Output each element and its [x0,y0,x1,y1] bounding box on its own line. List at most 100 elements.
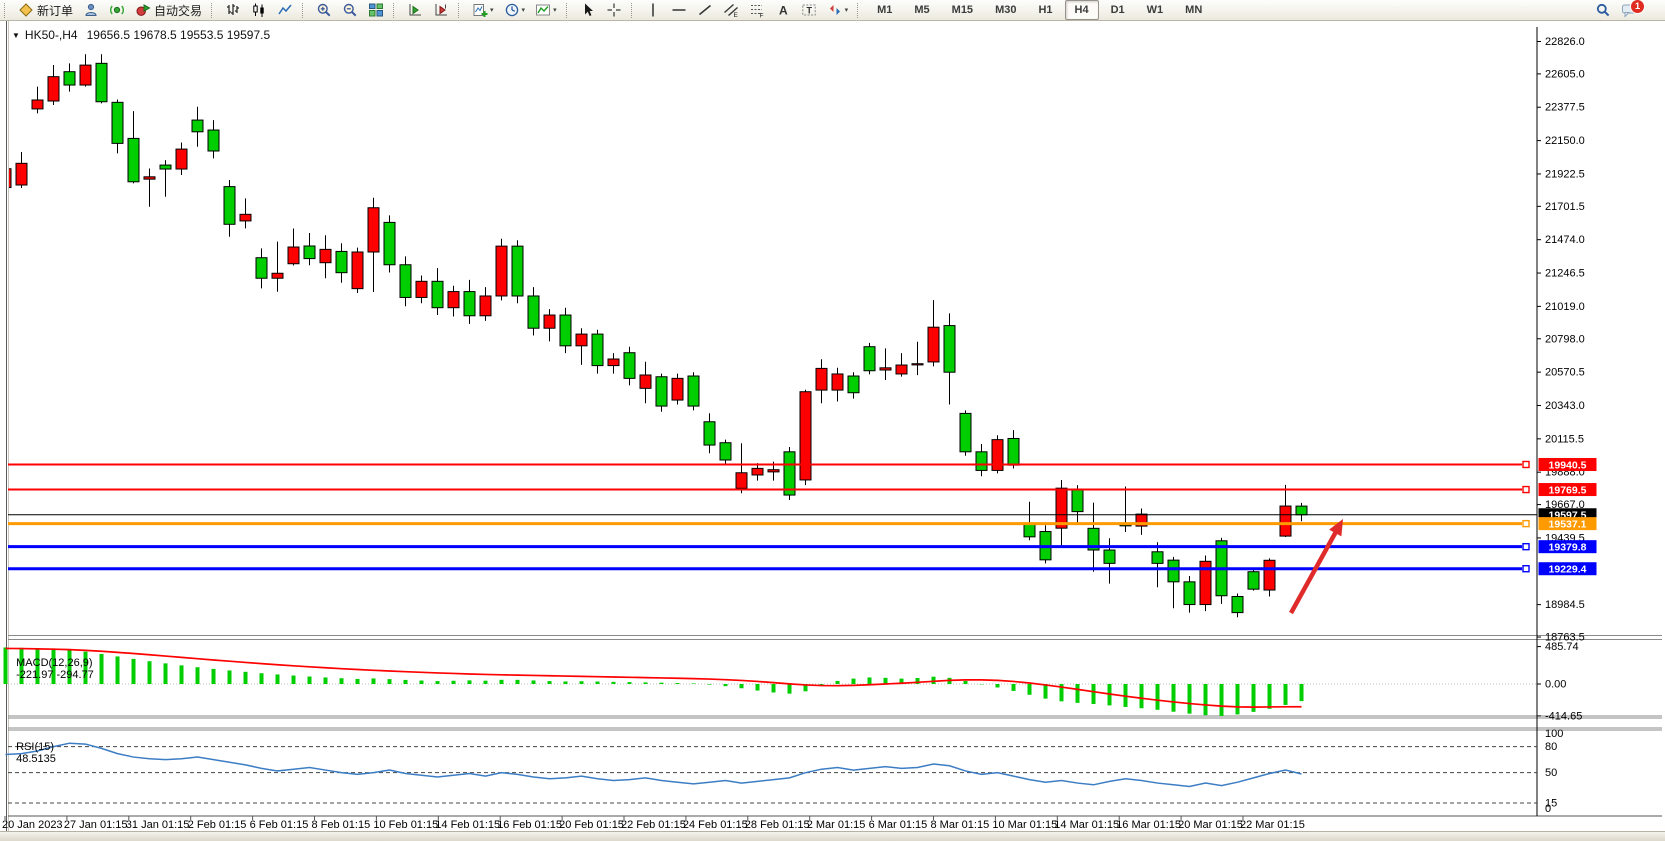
period-button[interactable]: ▾ [500,0,530,20]
chart-canvas[interactable]: 22826.022605.022377.522150.021922.521701… [0,0,1665,840]
tile-windows-button[interactable] [364,0,388,20]
timeframe-label: M1 [871,4,898,16]
horizontal-line-button[interactable] [667,0,691,20]
timeframe-W1-button[interactable]: W1 [1137,0,1174,20]
metaeditor-button[interactable] [79,0,103,20]
line-endpoint-handle[interactable] [1523,566,1529,572]
indicators-button[interactable]: ▾ [531,0,561,20]
notification-count-badge: 1 [1630,0,1645,14]
zoom-in-button[interactable] [312,0,336,20]
bear-candle [1152,552,1163,564]
bull-candle [496,246,507,296]
search-icon [1595,2,1611,18]
bear-candle [432,281,443,307]
toolbar-separator [631,3,636,18]
trendline-icon [697,2,713,18]
arrows-button[interactable]: ▾ [823,0,853,20]
time-tick-label[interactable]: 14 Mar 01:15 [1054,819,1119,831]
time-tick-label[interactable]: 27 Jan 01:15 [64,819,128,831]
macd-tick-label: -414.65 [1545,710,1582,722]
autotrading-button[interactable]: 自动交易 [131,0,206,20]
toolbar-right-group: 1 [1590,0,1665,20]
candlestick-chart-button[interactable] [247,0,271,20]
line-chart-button[interactable] [273,0,297,20]
macd-tick-label: 485.74 [1545,641,1579,653]
time-tick-label[interactable]: 20 Feb 01:15 [559,819,624,831]
bull-candle [448,292,459,308]
text-button[interactable]: A [771,0,795,20]
bull-candle [1264,560,1275,590]
tile-windows-icon [368,2,384,18]
auto-scroll-button[interactable] [403,0,427,20]
crosshair-button[interactable] [602,0,626,20]
chart-collapse-icon[interactable]: ▼ [12,31,20,40]
new-order-button[interactable]: 新订单 [14,0,77,20]
bull-candle [992,440,1003,471]
vertical-line-button[interactable] [641,0,665,20]
time-tick-label[interactable]: 16 Mar 01:15 [1116,819,1181,831]
fibonacci-button[interactable]: F [745,0,769,20]
time-tick-label[interactable]: 2 Mar 01:15 [807,819,866,831]
bear-candle [256,258,267,279]
timeframe-H1-button[interactable]: H1 [1028,0,1062,20]
zoom-out-button[interactable] [338,0,362,20]
bar-chart-button[interactable] [221,0,245,20]
time-tick-label[interactable]: 2 Feb 01:15 [188,819,247,831]
rsi-tick-label: 80 [1545,741,1557,753]
line-chart-icon [277,2,293,18]
time-tick-label[interactable]: 8 Feb 01:15 [312,819,371,831]
bear-candle [96,63,107,101]
time-tick-label[interactable]: 6 Mar 01:15 [869,819,928,831]
timeframe-M15-button[interactable]: M15 [942,0,983,20]
timeframe-label: M30 [989,4,1022,16]
macd-indicator-label: MACD(12,26,9) -221.97 -294.77 [10,645,94,681]
market-depth-button[interactable] [105,0,129,20]
time-tick-label[interactable]: 28 Feb 01:15 [745,819,810,831]
line-endpoint-handle[interactable] [1523,544,1529,550]
channel-button[interactable]: E [719,0,743,20]
macd-values: -221.97 -294.77 [16,669,94,681]
bull-candle [16,163,27,185]
bear-candle [528,296,539,328]
text-label-button[interactable]: T [797,0,821,20]
line-endpoint-handle[interactable] [1523,487,1529,493]
new-chart-button[interactable]: ▾ [468,0,498,20]
cursor-button[interactable] [576,0,600,20]
timeframe-M1-button[interactable]: M1 [867,0,902,20]
bear-candle [560,315,571,346]
time-tick-label[interactable]: 10 Mar 01:15 [992,819,1057,831]
time-tick-label[interactable]: 22 Feb 01:15 [621,819,686,831]
time-tick-label[interactable]: 10 Feb 01:15 [373,819,438,831]
time-tick-label[interactable]: 8 Mar 01:15 [931,819,990,831]
timeframe-H4-button[interactable]: H4 [1065,0,1099,20]
price-line-badge-value: 19537.1 [1549,518,1587,530]
timeframe-D1-button[interactable]: D1 [1101,0,1135,20]
bull-candle [32,100,43,109]
bull-candle [80,65,91,85]
chart-shift-button[interactable] [429,0,453,20]
time-tick-label[interactable]: 20 Jan 2023 [2,819,63,831]
bull-candle [736,473,747,489]
time-tick-label[interactable]: 22 Mar 01:15 [1240,819,1305,831]
timeframe-M30-button[interactable]: M30 [985,0,1026,20]
time-tick-label[interactable]: 6 Feb 01:15 [250,819,309,831]
search-button[interactable] [1591,0,1615,20]
trendline-button[interactable] [693,0,717,20]
time-tick-label[interactable]: 14 Feb 01:15 [435,819,500,831]
notifications-button[interactable]: 1 [1617,0,1656,20]
bull-candle [352,252,363,289]
bull-candle [320,249,331,262]
new-chart-icon [472,2,488,18]
bear-candle [592,334,603,366]
toolbar-button-label: 自动交易 [154,2,202,19]
timeframe-M5-button[interactable]: M5 [904,0,939,20]
macd-tick-label: 0.00 [1545,679,1566,691]
time-tick-label[interactable]: 16 Feb 01:15 [497,819,562,831]
line-endpoint-handle[interactable] [1523,521,1529,527]
time-tick-label[interactable]: 20 Mar 01:15 [1178,819,1243,831]
timeframe-MN-button[interactable]: MN [1175,0,1212,20]
line-endpoint-handle[interactable] [1523,461,1529,467]
time-tick-label[interactable]: 24 Feb 01:15 [683,819,748,831]
bull-candle [832,374,843,390]
time-tick-label[interactable]: 31 Jan 01:15 [126,819,190,831]
